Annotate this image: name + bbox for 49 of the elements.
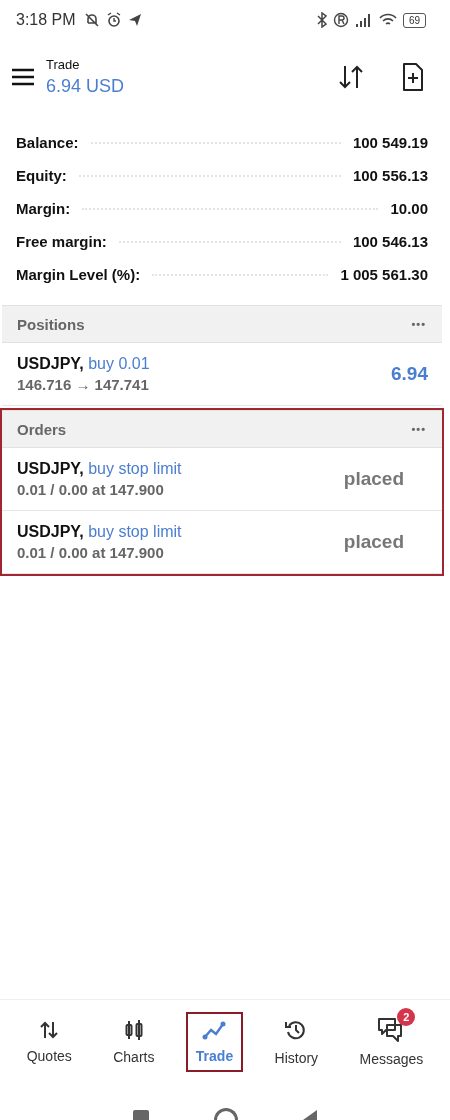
trade-detail: 146.716 → 147.741 [17, 376, 150, 393]
menu-icon[interactable] [12, 68, 34, 86]
trade-detail: 0.01 / 0.00 at 147.900 [17, 481, 165, 498]
header-profit: 6.94 USD [46, 76, 125, 97]
summary-label: Free margin: [16, 233, 107, 250]
header-title: Trade [46, 57, 81, 72]
nav-tab[interactable]: History [264, 1010, 329, 1074]
section-title: Orders [17, 420, 67, 438]
home-button[interactable] [214, 1108, 238, 1120]
summary-value: 10.00 [390, 200, 428, 217]
summary-label: Margin Level (%): [16, 266, 141, 283]
back-button[interactable] [303, 1110, 318, 1120]
summary-label: Equity: [16, 167, 67, 184]
summary-value: 100 546.13 [352, 233, 428, 250]
signal-icon [354, 13, 373, 27]
more-button[interactable]: ••• [411, 423, 426, 435]
status-time: 3:18 PM [16, 11, 76, 29]
more-button[interactable]: ••• [411, 318, 426, 330]
trade-title: USDJPY, buy stop limit [17, 460, 182, 478]
summary-value: 100 549.19 [352, 134, 428, 151]
nav-tab[interactable]: Charts [103, 1011, 165, 1073]
unread-badge: 2 [397, 1008, 416, 1026]
send-icon [127, 13, 142, 27]
muted-icon [83, 12, 100, 28]
line-chart-icon [202, 1020, 227, 1040]
wifi-icon [378, 13, 397, 27]
new-order-icon[interactable] [402, 62, 424, 92]
trade-result: 6.94 [391, 363, 428, 385]
trade-result: placed [342, 530, 405, 554]
recent-apps-button[interactable] [132, 1110, 149, 1120]
nav-tab[interactable]: 2 Messages [349, 1009, 434, 1075]
summary-label: Margin: [16, 200, 71, 217]
alarm-icon [105, 12, 122, 28]
summary-value: 1 005 561.30 [340, 266, 428, 283]
summary-label: Balance: [16, 134, 79, 151]
section-title: Positions [17, 315, 85, 333]
summary-value: 100 556.13 [352, 167, 428, 184]
nav-tab[interactable]: Trade [185, 1012, 244, 1072]
trade-title: USDJPY, buy 0.01 [17, 355, 150, 373]
arrows-icon [39, 1020, 60, 1040]
trade-title: USDJPY, buy stop limit [17, 523, 182, 541]
sort-icon[interactable] [338, 64, 364, 90]
trade-result: placed [342, 467, 405, 491]
bluetooth-icon [316, 12, 327, 28]
registered-icon [332, 12, 349, 28]
battery-indicator: 69 [402, 12, 426, 28]
trade-detail: 0.01 / 0.00 at 147.900 [17, 544, 165, 561]
candlestick-icon [123, 1019, 144, 1041]
nav-tab[interactable]: Quotes [16, 1012, 82, 1072]
